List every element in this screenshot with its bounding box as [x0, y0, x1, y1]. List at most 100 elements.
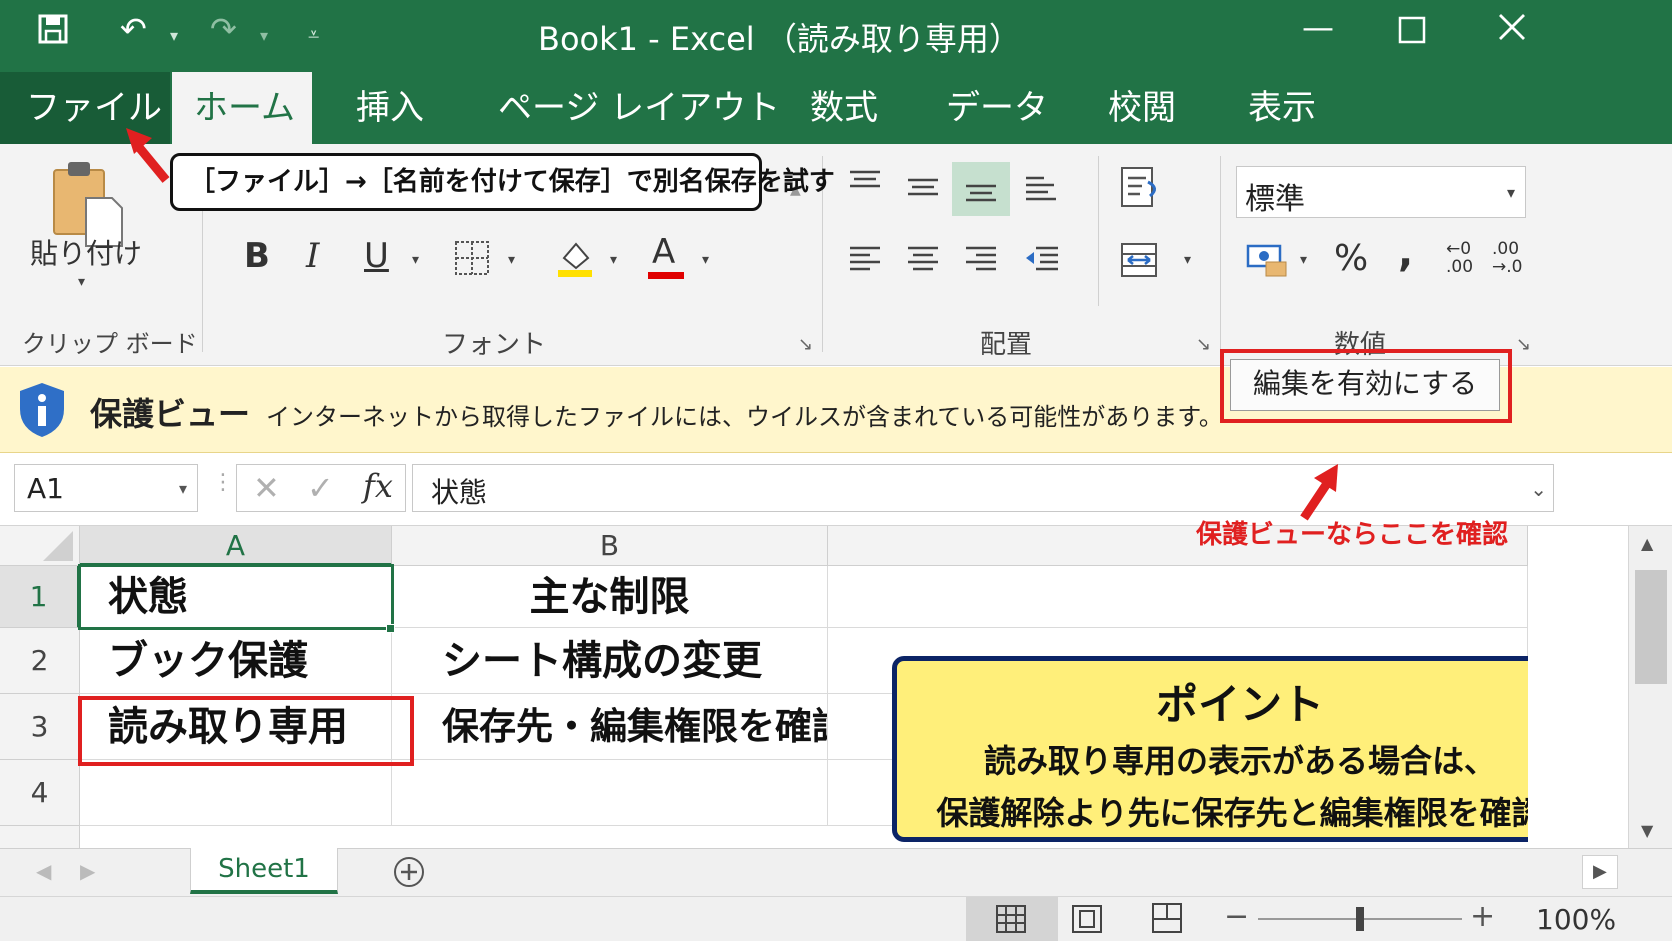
align-right-icon[interactable] [964, 244, 998, 280]
italic-button[interactable]: I [306, 236, 319, 276]
accounting-format-icon[interactable] [1246, 242, 1288, 282]
align-top-icon[interactable] [848, 168, 882, 202]
borders-icon[interactable] [454, 240, 490, 280]
active-cell-border [78, 564, 394, 630]
minimize-icon[interactable]: — [1302, 8, 1334, 46]
column-header-b[interactable]: B [392, 526, 828, 566]
increase-decimal-button[interactable]: ←0 .00 [1446, 240, 1482, 276]
separator [1098, 156, 1099, 306]
borders-dropdown-icon[interactable]: ▾ [508, 252, 515, 268]
decrease-decimal-top: .00 [1492, 239, 1520, 259]
column-header-a[interactable]: A [80, 526, 392, 566]
new-sheet-icon[interactable] [392, 855, 426, 893]
fill-color-dropdown-icon[interactable]: ▾ [610, 252, 617, 268]
tab-formulas[interactable]: 数式 [782, 72, 906, 144]
maximize-icon[interactable] [1398, 14, 1426, 52]
paste-dropdown-icon[interactable]: ▾ [78, 274, 85, 290]
cell-c1[interactable] [828, 566, 1528, 628]
scroll-thumb[interactable] [1635, 570, 1667, 684]
name-box[interactable]: A1 ▾ [14, 464, 198, 512]
wrap-text-icon[interactable] [1120, 166, 1162, 212]
decrease-decimal-bottom: →.0 [1492, 257, 1523, 277]
cell-b2[interactable]: シート構成の変更 [392, 628, 828, 694]
select-all-button[interactable] [0, 526, 80, 566]
insert-function-button[interactable]: fx [363, 467, 393, 505]
close-icon[interactable] [1497, 12, 1527, 50]
horizontal-scroll-right[interactable]: ▶ [1582, 855, 1618, 889]
cell-a2[interactable]: ブック保護 [80, 628, 392, 694]
sheet-tab-sheet1[interactable]: Sheet1 [190, 848, 338, 894]
zoom-level[interactable]: 100% [1536, 903, 1616, 936]
undo-icon[interactable]: ↶ [120, 10, 147, 48]
fill-handle[interactable] [386, 624, 395, 633]
vertical-scrollbar[interactable]: ▲ ▼ [1628, 526, 1672, 848]
zoom-out-icon[interactable]: − [1224, 899, 1249, 934]
tab-view[interactable]: 表示 [1220, 72, 1344, 144]
row-header-2[interactable]: 2 [0, 628, 80, 694]
alignment-group-label: 配置 [980, 330, 1033, 360]
underline-button[interactable]: U [364, 236, 389, 276]
bold-button[interactable]: B [244, 236, 270, 276]
row-header-1[interactable]: 1 [0, 566, 80, 628]
tab-data[interactable]: データ [918, 72, 1076, 144]
number-dialog-launcher-icon[interactable]: ↘ [1516, 334, 1531, 355]
page-layout-view-icon[interactable] [1072, 905, 1102, 937]
font-color-dropdown-icon[interactable]: ▾ [702, 252, 709, 268]
cancel-icon[interactable]: ✕ [253, 469, 280, 507]
redo-icon[interactable]: ↷ [210, 10, 237, 48]
underline-dropdown-icon[interactable]: ▾ [412, 252, 419, 268]
chevron-down-icon: ▾ [1506, 183, 1515, 202]
tab-home[interactable]: ホーム [172, 72, 312, 144]
alignment-dialog-launcher-icon[interactable]: ↘ [1196, 334, 1211, 355]
fill-color-icon[interactable] [556, 238, 596, 282]
pv-tip-label: 保護ビューならここを確認 [1196, 520, 1509, 550]
row-header-4[interactable]: 4 [0, 760, 80, 826]
undo-dropdown-icon[interactable]: ▾ [170, 26, 178, 45]
sheet-scroll-left-icon[interactable]: ◀ [36, 859, 51, 883]
point-line-2: 保護解除より先に保存先と編集権限を確認 [936, 794, 1544, 832]
percent-style-button[interactable]: % [1334, 238, 1368, 279]
expand-formula-icon[interactable]: ⌄ [1530, 477, 1547, 501]
merge-dropdown-icon[interactable]: ▾ [1184, 252, 1191, 268]
align-middle-icon[interactable] [906, 174, 940, 208]
cell-b3[interactable]: 保存先・編集権限を確認 [392, 694, 828, 760]
font-dialog-launcher-icon[interactable]: ↘ [798, 334, 813, 355]
zoom-in-icon[interactable]: + [1470, 899, 1495, 934]
number-format-select[interactable]: 標準 ▾ [1236, 166, 1526, 218]
row-header-3[interactable]: 3 [0, 694, 80, 760]
cell-a4[interactable] [80, 760, 392, 826]
font-color-swatch [648, 272, 684, 279]
title-bar: ↶ ▾ ↷ ▾ ⩡ Book1 - Excel （読み取り専用） — [0, 0, 1672, 72]
redo-dropdown-icon[interactable]: ▾ [260, 26, 268, 45]
cell-b1[interactable]: 主な制限 [392, 566, 828, 628]
arrow-to-file-icon [122, 124, 172, 190]
sheet-scroll-right-icon[interactable]: ▶ [80, 859, 95, 883]
enter-icon[interactable]: ✓ [307, 469, 334, 507]
tab-review[interactable]: 校閲 [1080, 72, 1204, 144]
accounting-dropdown-icon[interactable]: ▾ [1300, 252, 1307, 268]
decrease-indent-icon[interactable] [1024, 244, 1060, 280]
page-break-preview-icon[interactable] [1152, 903, 1182, 937]
paste-button[interactable]: 貼り付け [30, 232, 142, 272]
protected-view-bar: 保護ビュー インターネットから取得したファイルには、ウイルスが含まれている可能性… [0, 349, 1672, 453]
formula-input[interactable]: 状態 ⌄ [412, 464, 1554, 512]
customize-qat-icon[interactable]: ⩡ [308, 22, 319, 46]
align-bottom-button[interactable] [952, 162, 1010, 216]
normal-view-button[interactable] [966, 897, 1058, 941]
cell-b4[interactable] [392, 760, 828, 826]
save-icon[interactable] [38, 14, 68, 52]
scroll-down-icon[interactable]: ▼ [1641, 821, 1653, 840]
scroll-up-icon[interactable]: ▲ [1641, 534, 1653, 553]
separator [1220, 156, 1221, 352]
comma-style-button[interactable]: , [1398, 230, 1413, 276]
merge-center-icon[interactable] [1120, 242, 1158, 282]
decrease-decimal-button[interactable]: .00 →.0 [1492, 240, 1532, 276]
orientation-icon[interactable] [1024, 174, 1058, 208]
font-color-button[interactable]: A [652, 232, 675, 272]
tab-insert[interactable]: 挿入 [328, 72, 452, 144]
zoom-slider-thumb[interactable] [1356, 907, 1364, 931]
tab-page-layout[interactable]: ページ レイアウト [470, 72, 808, 144]
align-center-icon[interactable] [906, 244, 940, 280]
align-left-icon[interactable] [848, 244, 882, 280]
enable-editing-button[interactable]: 編集を有効にする [1230, 359, 1500, 411]
